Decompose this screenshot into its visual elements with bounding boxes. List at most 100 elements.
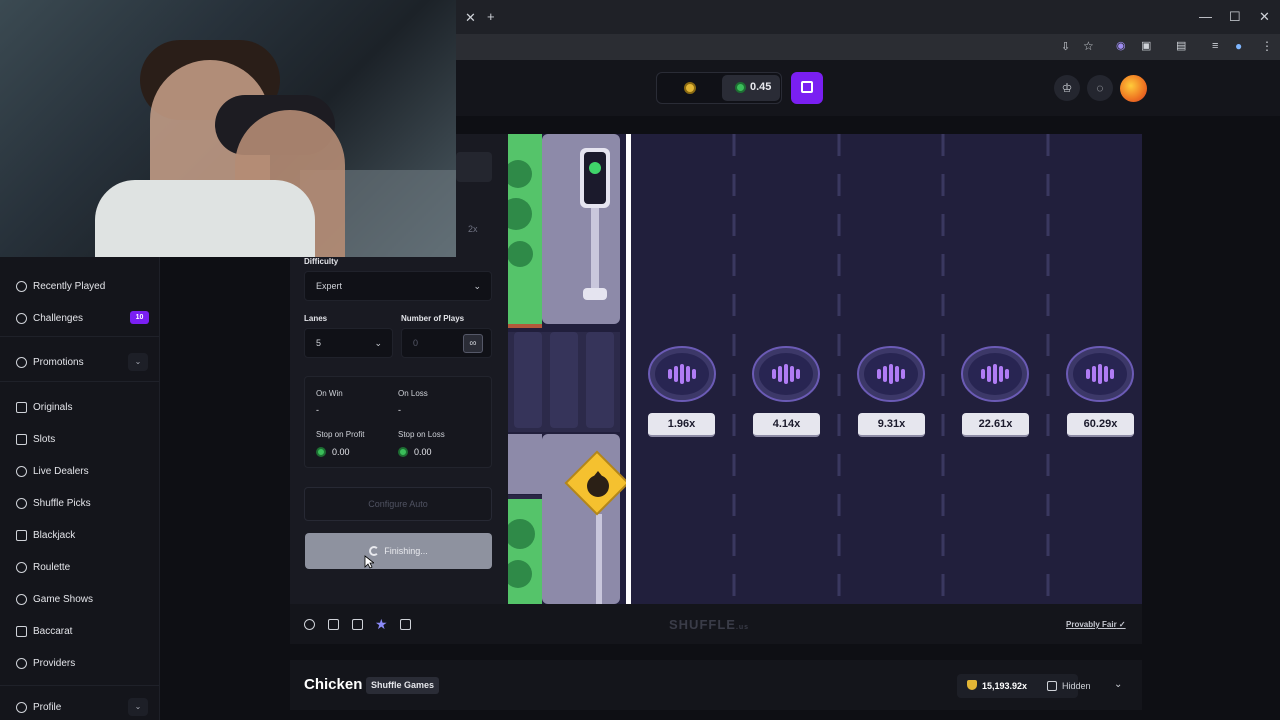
sidebar: Recently Played Challenges 10 Promotions… — [0, 257, 160, 720]
sidebar-item-promotions[interactable]: Promotions — [16, 352, 84, 372]
bookmark-star-icon[interactable]: ☆ — [1083, 39, 1094, 53]
sidebar-item-baccarat[interactable]: Baccarat — [16, 621, 72, 641]
on-loss-label: On Loss — [398, 389, 428, 398]
currency-icon — [398, 447, 408, 457]
puzzle-icon[interactable]: ▣ — [1141, 39, 1151, 53]
manhole-cover-2[interactable] — [752, 346, 820, 402]
originals-icon — [16, 401, 27, 413]
plays-label: Number of Plays — [401, 314, 465, 323]
chevron-down-icon: ⌄ — [374, 338, 382, 348]
maximize-icon[interactable]: ☐ — [1229, 10, 1241, 24]
start-line — [626, 134, 631, 604]
manhole-cover-5[interactable] — [1066, 346, 1134, 402]
game-title: Chicken — [304, 676, 363, 693]
browser-tab-bar: ✕ + — ☐ ✕ — [456, 0, 1280, 34]
minimize-icon[interactable]: — — [1199, 10, 1212, 24]
sidebar-item-blackjack[interactable]: Blackjack — [16, 525, 75, 545]
lane-multiplier-2[interactable]: 4.14x — [753, 413, 820, 437]
promotions-expand-button[interactable]: ⌄ — [128, 353, 148, 371]
lanes-label: Lanes — [304, 314, 328, 323]
start-sidewalk-bottom — [542, 434, 620, 604]
finishing-button[interactable]: Finishing... — [305, 533, 492, 569]
chevron-down-icon: ⌄ — [473, 281, 481, 291]
grass-bottom — [508, 499, 542, 604]
difficulty-select[interactable]: Expert ⌄ — [304, 271, 492, 301]
max-win-amount: 15,193.92x — [982, 681, 1028, 691]
difficulty-label: Difficulty — [304, 257, 339, 266]
target-icon — [16, 312, 27, 324]
extension-icon[interactable]: ◉ — [1116, 39, 1126, 53]
close-tab-icon[interactable]: ✕ — [465, 11, 476, 25]
cards-icon — [16, 529, 27, 541]
stats-icon[interactable] — [352, 619, 363, 630]
game-shows-icon — [16, 593, 27, 605]
roulette-icon — [16, 561, 27, 573]
avatar[interactable] — [1120, 75, 1147, 102]
new-tab-icon[interactable]: + — [487, 10, 495, 24]
mouse-cursor-icon — [364, 555, 374, 569]
gift-icon — [16, 356, 27, 368]
configure-auto-button[interactable]: Configure Auto — [304, 487, 492, 521]
sidebar-item-challenges[interactable]: Challenges — [16, 308, 83, 328]
chat-icon[interactable]: ◌ — [1087, 75, 1113, 101]
shuffle-logo: SHUFFLE.us — [669, 617, 750, 632]
favorite-star-icon[interactable]: ★ — [375, 616, 388, 633]
sidebar-item-slots[interactable]: Slots — [16, 429, 55, 449]
currency-icon — [735, 82, 746, 93]
user-icon — [16, 701, 27, 713]
incognito-icon — [1047, 681, 1057, 691]
infinite-plays-button[interactable]: ∞ — [463, 334, 483, 353]
sidebar-item-game-shows[interactable]: Game Shows — [16, 589, 93, 609]
sidebar-item-providers[interactable]: Providers — [16, 653, 75, 673]
sidebar-item-recently-played[interactable]: Recently Played — [16, 276, 105, 296]
currency-icon — [316, 447, 326, 457]
manhole-cover-4[interactable] — [961, 346, 1029, 402]
manhole-cover-1[interactable] — [648, 346, 716, 402]
chevron-down-icon[interactable]: ⌄ — [1114, 679, 1122, 690]
lanes-select[interactable]: 5 ⌄ — [304, 328, 393, 358]
menu-icon[interactable]: ⋮ — [1261, 39, 1273, 53]
balance-amount: 0.45 — [750, 81, 772, 93]
provider-tag[interactable]: Shuffle Games — [366, 677, 440, 694]
profile-icon[interactable]: ● — [1235, 39, 1242, 53]
slots-icon — [16, 433, 27, 445]
sidebar-item-live-dealers[interactable]: Live Dealers — [16, 461, 89, 481]
challenges-badge: 10 — [130, 311, 149, 324]
lane-multiplier-5[interactable]: 60.29x — [1067, 413, 1134, 437]
theatre-mode-icon[interactable] — [328, 619, 339, 630]
wallet-button[interactable] — [791, 72, 823, 104]
install-icon[interactable]: ⇩ — [1061, 40, 1070, 54]
game-scene — [508, 134, 1134, 604]
vip-crown-icon[interactable]: ♔ — [1054, 75, 1080, 101]
browser-address-bar[interactable]: ⇩ ☆ ◉ ▣ ▤ ≡ ● ⋮ — [456, 34, 1280, 60]
double-bet-button[interactable]: 2x — [468, 224, 478, 234]
on-loss-value[interactable]: - — [398, 405, 401, 415]
stop-loss-label: Stop on Loss — [398, 430, 445, 439]
lane-multiplier-1[interactable]: 1.96x — [648, 413, 715, 437]
sidebar-item-profile[interactable]: Profile — [16, 697, 61, 717]
bet-amount-field[interactable] — [456, 152, 492, 182]
on-win-label: On Win — [316, 389, 343, 398]
baccarat-icon — [16, 625, 27, 637]
sidebar-item-roulette[interactable]: Roulette — [16, 557, 70, 577]
lane-multiplier-4[interactable]: 22.61x — [962, 413, 1029, 437]
settings-icon[interactable] — [304, 619, 315, 630]
info-icon[interactable] — [400, 619, 411, 630]
profile-expand-button[interactable]: ⌄ — [128, 698, 148, 716]
stop-profit-value[interactable]: 0.00 — [332, 447, 350, 457]
coin-icon — [684, 82, 696, 94]
media-icon[interactable]: ≡ — [1212, 39, 1218, 53]
close-window-icon[interactable]: ✕ — [1259, 10, 1270, 24]
on-win-value[interactable]: - — [316, 405, 319, 415]
picks-icon — [16, 497, 27, 509]
sidebar-item-shuffle-picks[interactable]: Shuffle Picks — [16, 493, 91, 513]
lane-multiplier-3[interactable]: 9.31x — [858, 413, 925, 437]
manhole-cover-3[interactable] — [857, 346, 925, 402]
visibility-label[interactable]: Hidden — [1062, 681, 1091, 691]
webcam-overlay — [0, 0, 456, 257]
provably-fair-link[interactable]: Provably Fair ✓ — [1066, 620, 1126, 629]
sidebar-item-originals[interactable]: Originals — [16, 397, 72, 417]
site-header — [456, 60, 1280, 116]
stop-loss-value[interactable]: 0.00 — [414, 447, 432, 457]
sidepanel-icon[interactable]: ▤ — [1176, 39, 1186, 53]
